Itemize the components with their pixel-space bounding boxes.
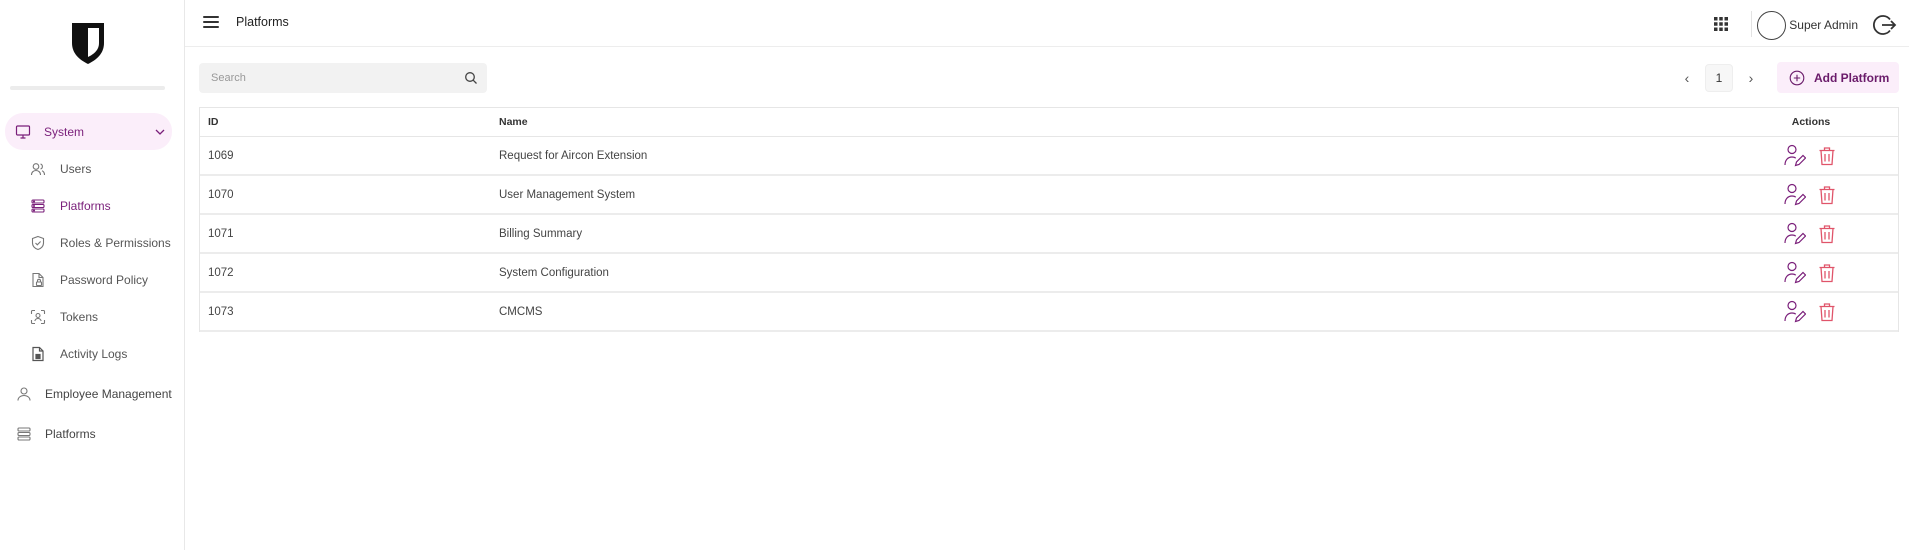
shield-logo-icon <box>72 23 104 64</box>
main-content: Platforms Super Admin ‹ 1 › <box>185 0 1909 550</box>
user-edit-icon <box>1784 144 1806 166</box>
cell-name: Billing Summary <box>499 227 583 240</box>
table-row[interactable]: 1070 User Management System <box>200 176 1898 215</box>
cell-actions <box>1724 299 1898 325</box>
sidebar-item-label: Password Policy <box>60 272 149 287</box>
toolbar: ‹ 1 › Add Platform <box>199 62 1899 93</box>
cell-id: 1071 <box>208 227 234 240</box>
search-box <box>199 63 487 93</box>
edit-user-button[interactable] <box>1782 182 1808 208</box>
user-edit-icon <box>1784 300 1806 322</box>
sidebar-item-roles-permissions[interactable]: Roles & Permissions <box>0 224 185 261</box>
column-header-id[interactable]: ID <box>200 116 499 128</box>
trash-icon <box>1819 263 1835 282</box>
cell-actions <box>1724 260 1898 286</box>
sidebar-item-platforms-main[interactable]: Platforms <box>0 415 185 452</box>
header-divider <box>1751 11 1752 37</box>
apps-grid-icon[interactable] <box>1713 16 1729 32</box>
cell-name: System Configuration <box>499 266 609 279</box>
sidebar: System Users Platforms Roles & Permissio… <box>0 0 185 550</box>
table-row[interactable]: 1073 CMCMS <box>200 293 1898 332</box>
table-body: 1069 Request for Aircon Extension 1070 U… <box>200 137 1898 332</box>
sidebar-item-label: Platforms <box>45 426 96 441</box>
sidebar-item-password-policy[interactable]: Password Policy <box>0 261 185 298</box>
pagination: ‹ 1 › <box>1677 63 1761 93</box>
table-row[interactable]: 1071 Billing Summary <box>200 215 1898 254</box>
trash-icon <box>1819 146 1835 165</box>
sidebar-item-label: Activity Logs <box>60 346 128 361</box>
cell-actions <box>1724 182 1898 208</box>
hamburger-menu-icon[interactable] <box>203 16 219 30</box>
plus-circle-icon <box>1789 70 1805 85</box>
platforms-icon <box>30 198 46 214</box>
sidebar-item-employee-management[interactable]: Employee Management <box>0 372 185 415</box>
logo-divider <box>10 86 165 90</box>
add-platform-label: Add Platform <box>1814 70 1890 85</box>
search-input[interactable] <box>199 63 439 93</box>
log-file-icon <box>30 346 46 362</box>
delete-button[interactable] <box>1814 221 1840 247</box>
column-header-actions: Actions <box>1791 116 1831 128</box>
sidebar-item-label: Tokens <box>60 309 99 324</box>
page-number-button[interactable]: 1 <box>1705 64 1733 92</box>
user-edit-icon <box>1784 261 1806 283</box>
cell-id: 1073 <box>208 305 234 318</box>
sidebar-item-tokens[interactable]: Tokens <box>0 298 185 335</box>
trash-icon <box>1819 185 1835 204</box>
platforms-table: ID Name Actions 1069 Request for Aircon … <box>199 107 1899 332</box>
cell-name: User Management System <box>499 188 636 201</box>
sidebar-item-label: Users <box>60 161 92 176</box>
cell-name: Request for Aircon Extension <box>499 149 648 162</box>
table-header: ID Name Actions <box>200 108 1898 137</box>
next-page-button[interactable]: › <box>1741 70 1761 86</box>
user-icon <box>16 386 32 402</box>
table-row[interactable]: 1072 System Configuration <box>200 254 1898 293</box>
cell-actions <box>1724 143 1898 169</box>
user-edit-icon <box>1784 222 1806 244</box>
edit-user-button[interactable] <box>1782 143 1808 169</box>
sidebar-nav: System Users Platforms Roles & Permissio… <box>0 113 185 452</box>
user-edit-icon <box>1784 183 1806 205</box>
search-icon[interactable] <box>464 71 478 85</box>
sidebar-item-platforms[interactable]: Platforms <box>0 187 185 224</box>
cell-actions <box>1724 221 1898 247</box>
monitor-icon <box>15 124 31 140</box>
prev-page-button[interactable]: ‹ <box>1677 70 1697 86</box>
sidebar-item-label: System <box>44 124 85 139</box>
sidebar-item-label: Roles & Permissions <box>60 235 171 250</box>
users-icon <box>30 161 46 177</box>
user-name[interactable]: Super Admin <box>1789 18 1858 32</box>
cell-name: CMCMS <box>499 305 543 318</box>
top-bar: Platforms Super Admin <box>185 0 1909 47</box>
avatar[interactable] <box>1757 11 1786 40</box>
sidebar-item-label: Platforms <box>60 198 111 213</box>
logout-icon[interactable] <box>1871 12 1897 38</box>
cell-id: 1070 <box>208 188 234 201</box>
sidebar-item-label: Employee Management <box>45 386 172 401</box>
platforms-icon <box>16 426 32 442</box>
add-platform-button[interactable]: Add Platform <box>1777 62 1899 93</box>
delete-button[interactable] <box>1814 143 1840 169</box>
trash-icon <box>1819 302 1835 321</box>
column-header-name[interactable]: Name <box>499 116 1724 128</box>
sidebar-item-system[interactable]: System <box>5 113 172 150</box>
shield-check-icon <box>30 235 46 251</box>
chevron-down-icon <box>155 129 165 135</box>
delete-button[interactable] <box>1814 299 1840 325</box>
edit-user-button[interactable] <box>1782 299 1808 325</box>
sidebar-item-activity-logs[interactable]: Activity Logs <box>0 335 185 372</box>
document-lock-icon <box>30 272 46 288</box>
trash-icon <box>1819 224 1835 243</box>
edit-user-button[interactable] <box>1782 221 1808 247</box>
delete-button[interactable] <box>1814 182 1840 208</box>
cell-id: 1069 <box>208 149 234 162</box>
edit-user-button[interactable] <box>1782 260 1808 286</box>
page-title: Platforms <box>236 15 289 29</box>
token-icon <box>30 309 46 325</box>
table-row[interactable]: 1069 Request for Aircon Extension <box>200 137 1898 176</box>
cell-id: 1072 <box>208 266 234 279</box>
sidebar-item-users[interactable]: Users <box>0 150 185 187</box>
delete-button[interactable] <box>1814 260 1840 286</box>
